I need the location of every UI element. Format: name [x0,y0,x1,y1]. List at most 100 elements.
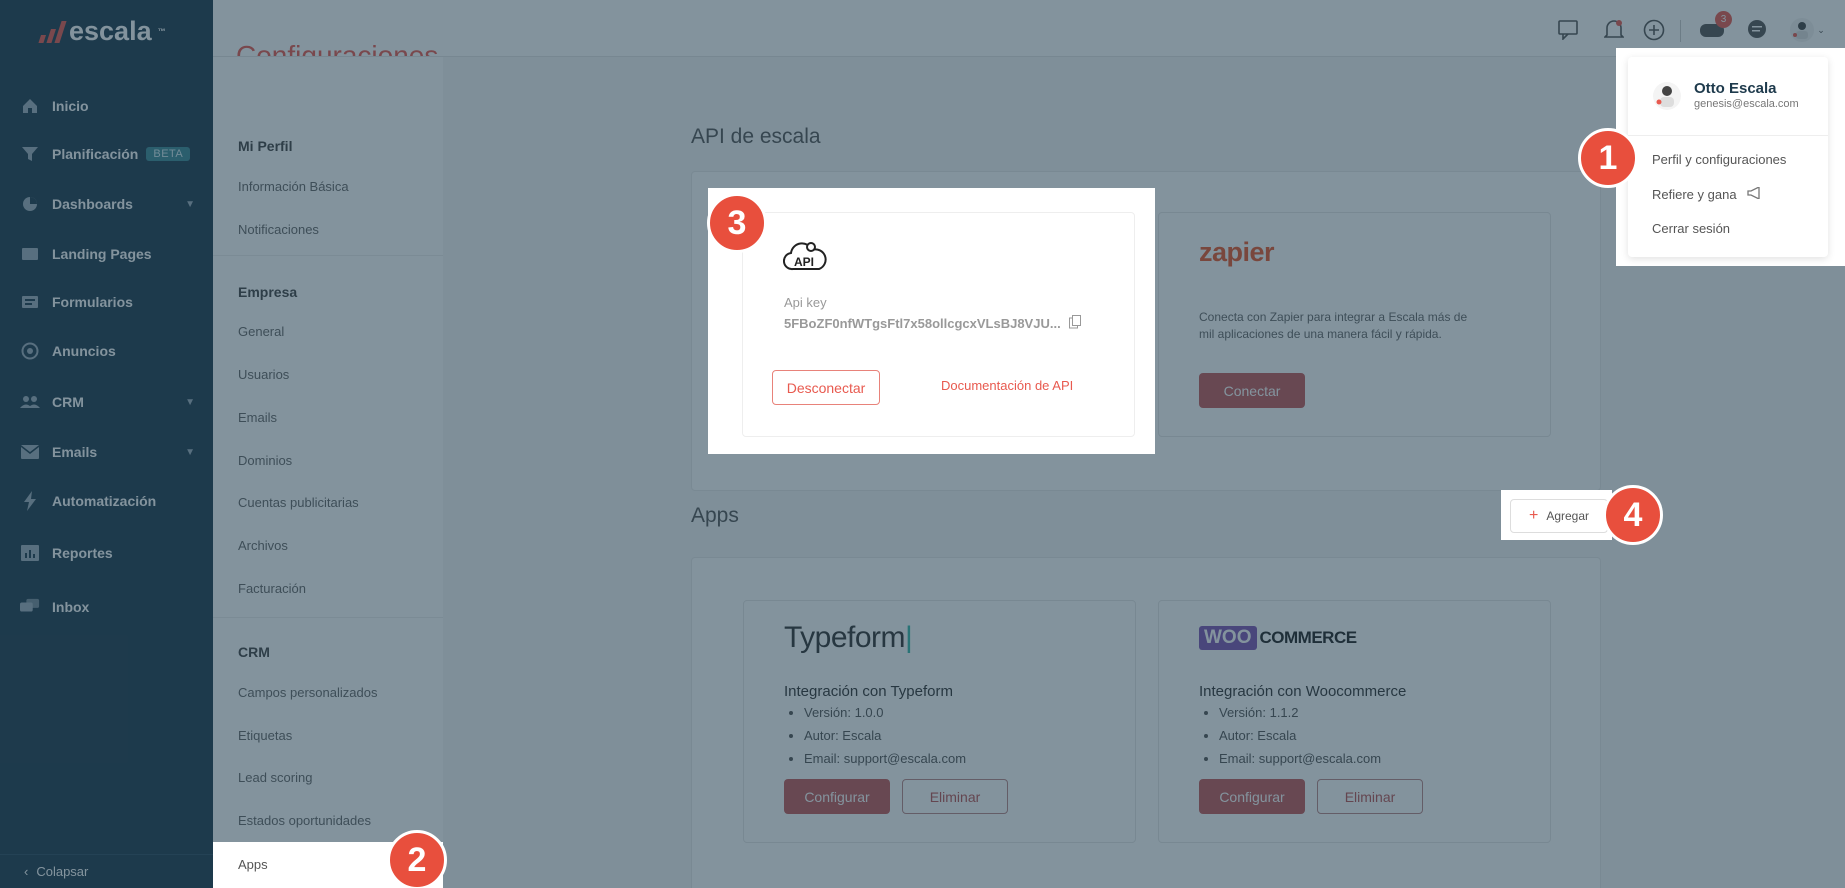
typeform-configure-button[interactable]: Configurar [784,779,890,814]
subnav-item-apps[interactable]: Apps [238,857,268,872]
zapier-logo: zapier [1199,237,1275,267]
subnav-item-campos-personalizados[interactable]: Campos personalizados [238,685,377,700]
api-docs-link[interactable]: Documentación de API [941,378,1073,393]
subnav-item-cuentas-publicitarias[interactable]: Cuentas publicitarias [238,495,359,510]
sidebar-item-label: Emails [52,444,98,460]
typeform-logo: Typeform| [784,621,913,654]
sidebar-item-label: Formularios [52,294,133,310]
subnav-item-facturacion[interactable]: Facturación [238,581,306,596]
woocommerce-card-title: Integración con Woocommerce [1199,683,1407,700]
api-key-row: 5FBoZF0nfWTgsFtl7x58ollcgcxVLsBJ8VJU... [784,315,1081,332]
copy-icon[interactable] [1068,315,1081,332]
sidebar-item-landing-pages[interactable]: Landing Pages [0,234,213,274]
user-dropdown-menu: Otto Escala genesis@escala.com Perfil y … [1628,57,1828,257]
menu-item-refiere-gana[interactable]: Refiere y gana [1652,185,1763,202]
add-app-button[interactable]: + Agregar [1510,499,1608,533]
sidebar-item-label: Inicio [52,98,89,114]
subnav-item-archivos[interactable]: Archivos [238,538,288,553]
chevron-down-icon: ▼ [185,446,195,458]
sidebar-item-inicio[interactable]: Inicio [0,86,213,126]
zapier-card: zapier Conecta con Zapier para integrar … [1158,212,1551,437]
sidebar-item-crm[interactable]: CRM ▼ [0,382,213,422]
megaphone-icon [1746,185,1763,202]
typeform-card: Typeform| Integración con Typeform Versi… [743,600,1136,843]
messages-icon[interactable] [1743,16,1771,44]
sidebar-item-anuncios[interactable]: Anuncios [0,331,213,371]
sidebar-item-label: Planificación [52,146,139,162]
woocommerce-email: Email: support@escala.com [1219,747,1381,770]
api-key-label: Api key [784,295,827,310]
subnav-heading-crm: CRM [238,644,270,660]
subnav-item-lead-scoring[interactable]: Lead scoring [238,770,312,785]
form-icon [20,292,40,312]
woocommerce-delete-button[interactable]: Eliminar [1317,779,1423,814]
step-marker-3: 3 [707,193,767,253]
logo-bars-icon [38,20,67,43]
typeform-card-title: Integración con Typeform [784,683,953,700]
subnav-heading-empresa: Empresa [238,284,298,300]
subnav-item-notificaciones[interactable]: Notificaciones [238,222,319,237]
plus-icon: + [1528,507,1539,524]
add-circle-icon[interactable] [1640,16,1668,44]
sidebar: escala ™ Inicio Planificación BETA Dashbo… [0,0,213,888]
filter-icon [20,144,40,164]
collapse-button[interactable]: ‹ Colapsar [0,854,213,888]
subnav-item-general[interactable]: General [238,324,284,339]
zapier-connect-button[interactable]: Conectar [1199,373,1305,408]
sidebar-item-formularios[interactable]: Formularios [0,282,213,322]
chat-icon [20,597,40,617]
menu-item-cerrar-sesion[interactable]: Cerrar sesión [1652,221,1730,236]
user-avatar-button[interactable]: ⌄ [1787,16,1827,44]
subnav-item-usuarios[interactable]: Usuarios [238,367,289,382]
sidebar-item-reportes[interactable]: Reportes [0,533,213,573]
sidebar-item-label: Inbox [52,599,90,615]
step-marker-2: 2 [387,830,447,888]
step-marker-1: 1 [1578,128,1638,188]
divider [213,255,443,256]
bell-icon[interactable] [1600,16,1628,44]
user-name: Otto Escala [1694,80,1777,97]
woocommerce-version: Versión: 1.1.2 [1219,701,1381,724]
chevron-down-icon: ⌄ [1817,24,1825,35]
sidebar-item-inbox[interactable]: Inbox [0,587,213,627]
sidebar-item-planificacion[interactable]: Planificación BETA [0,134,213,174]
page-title: Configuraciones [236,40,439,56]
notification-badge: 3 [1715,11,1732,28]
sidebar-item-label: Landing Pages [52,246,152,262]
subnav-item-dominios[interactable]: Dominios [238,453,292,468]
divider [213,617,443,618]
subnav-item-informacion-basica[interactable]: Información Básica [238,179,349,194]
chart-icon [20,543,40,563]
lightning-icon [20,491,40,511]
sidebar-item-emails[interactable]: Emails ▼ [0,432,213,472]
subnav-item-emails[interactable]: Emails [238,410,277,425]
api-disconnect-button[interactable]: Desconectar [772,370,880,405]
subnav-item-etiquetas[interactable]: Etiquetas [238,728,292,743]
logo-trademark: ™ [157,27,166,36]
zapier-description: mil aplicaciones de una manera fácil y r… [1199,327,1442,341]
subnav-item-estados-oportunidades[interactable]: Estados oportunidades [238,813,371,828]
menu-item-perfil-configuraciones[interactable]: Perfil y configuraciones [1652,152,1786,167]
api-card: API Api key 5FBoZF0nfWTgsFtl7x58ollcgcxV… [742,212,1135,437]
api-section-title: API de escala [691,125,821,148]
sidebar-item-label: CRM [52,394,84,410]
mail-icon [20,442,40,462]
gamepad-icon[interactable]: 3 [1698,11,1732,44]
beta-badge: BETA [146,147,191,161]
sidebar-item-automatizacion[interactable]: Automatización [0,481,213,521]
sidebar-item-dashboards[interactable]: Dashboards ▼ [0,184,213,224]
api-logo-text: API [794,255,814,269]
chevron-left-icon: ‹ [24,864,29,879]
woocommerce-logo: WOO COMMERCE [1199,626,1357,650]
feedback-icon[interactable] [1556,16,1584,44]
woocommerce-card: WOO COMMERCE Integración con Woocommerce… [1158,600,1551,843]
logo-text: escala [69,16,152,46]
pie-chart-icon [20,194,40,214]
collapse-label: Colapsar [36,864,89,879]
escala-logo[interactable]: escala ™ [38,16,166,47]
typeform-delete-button[interactable]: Eliminar [902,779,1008,814]
woocommerce-configure-button[interactable]: Configurar [1199,779,1305,814]
browser-icon [20,244,40,264]
chevron-down-icon: ▼ [185,198,195,210]
settings-subnav: Mi Perfil Información Básica Notificacio… [213,57,443,888]
